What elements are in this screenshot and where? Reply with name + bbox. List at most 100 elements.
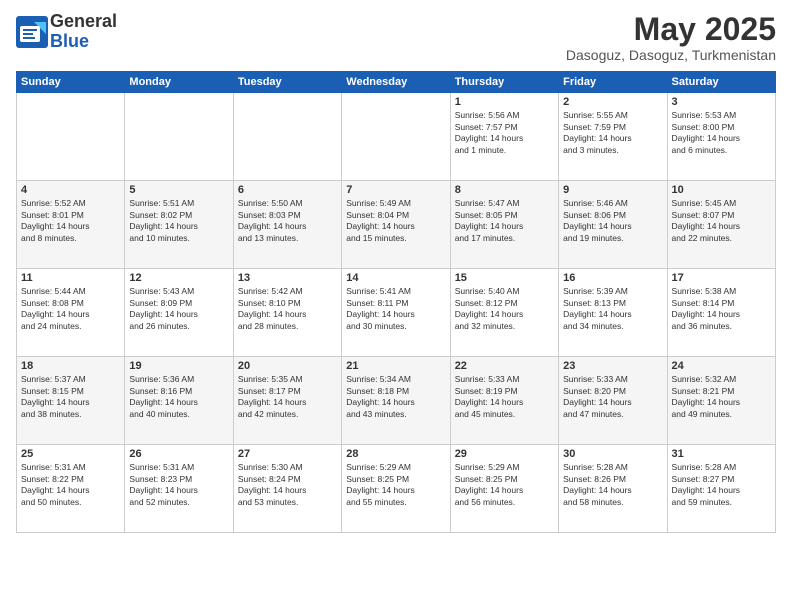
- day-cell: 31 Sunrise: 5:28 AM Sunset: 8:27 PM Dayli…: [667, 445, 775, 533]
- logo: General Blue: [16, 12, 117, 52]
- main-title: May 2025: [566, 12, 776, 47]
- day-number: 14: [346, 272, 445, 284]
- day-info: Sunrise: 5:35 AM Sunset: 8:17 PM Dayligh…: [238, 374, 337, 420]
- col-monday: Monday: [125, 72, 233, 93]
- day-info: Sunrise: 5:29 AM Sunset: 8:25 PM Dayligh…: [346, 462, 445, 508]
- day-cell: 16Sunrise: 5:39 AM Sunset: 8:13 PM Dayli…: [559, 269, 667, 357]
- day-info: Sunrise: 5:28 AM Sunset: 8:27 PM Dayligh…: [672, 462, 771, 508]
- day-cell: 27 Sunrise: 5:30 AM Sunset: 8:24 PM Dayli…: [233, 445, 341, 533]
- col-saturday: Saturday: [667, 72, 775, 93]
- day-cell: 24 Sunrise: 5:32 AM Sunset: 8:21 PM Dayli…: [667, 357, 775, 445]
- calendar: Sunday Monday Tuesday Wednesday Thursday…: [16, 71, 776, 533]
- day-cell: 7 Sunrise: 5:49 AM Sunset: 8:04 PM Daylig…: [342, 181, 450, 269]
- day-info: Sunrise: 5:51 AM Sunset: 8:02 PM Dayligh…: [129, 198, 228, 244]
- day-number: 5: [129, 184, 228, 196]
- day-cell: [342, 93, 450, 181]
- logo-blue-text: Blue: [50, 32, 117, 52]
- day-number: 24: [672, 360, 771, 372]
- day-cell: 3 Sunrise: 5:53 AM Sunset: 8:00 PM Daylig…: [667, 93, 775, 181]
- day-number: 16: [563, 272, 662, 284]
- day-cell: 25 Sunrise: 5:31 AM Sunset: 8:22 PM Dayli…: [17, 445, 125, 533]
- day-number: 28: [346, 448, 445, 460]
- logo-text: General Blue: [50, 12, 117, 52]
- week-row-3: 18 Sunrise: 5:37 AM Sunset: 8:15 PM Dayli…: [17, 357, 776, 445]
- day-number: 9: [563, 184, 662, 196]
- day-cell: 15 Sunrise: 5:40 AM Sunset: 8:12 PM Dayli…: [450, 269, 558, 357]
- day-number: 23: [563, 360, 662, 372]
- col-wednesday: Wednesday: [342, 72, 450, 93]
- day-info: Sunrise: 5:45 AM Sunset: 8:07 PM Dayligh…: [672, 198, 771, 244]
- day-number: 20: [238, 360, 337, 372]
- day-info: Sunrise: 5:30 AM Sunset: 8:24 PM Dayligh…: [238, 462, 337, 508]
- day-info: Sunrise: 5:34 AM Sunset: 8:18 PM Dayligh…: [346, 374, 445, 420]
- day-info: Sunrise: 5:36 AM Sunset: 8:16 PM Dayligh…: [129, 374, 228, 420]
- day-number: 13: [238, 272, 337, 284]
- page: General Blue May 2025 Dasoguz, Dasoguz, …: [0, 0, 792, 612]
- week-row-1: 4Sunrise: 5:52 AM Sunset: 8:01 PM Daylig…: [17, 181, 776, 269]
- day-number: 11: [21, 272, 120, 284]
- col-sunday: Sunday: [17, 72, 125, 93]
- day-info: Sunrise: 5:40 AM Sunset: 8:12 PM Dayligh…: [455, 286, 554, 332]
- weekday-row: Sunday Monday Tuesday Wednesday Thursday…: [17, 72, 776, 93]
- title-area: May 2025 Dasoguz, Dasoguz, Turkmenistan: [566, 12, 776, 63]
- day-info: Sunrise: 5:41 AM Sunset: 8:11 PM Dayligh…: [346, 286, 445, 332]
- day-cell: 28 Sunrise: 5:29 AM Sunset: 8:25 PM Dayli…: [342, 445, 450, 533]
- week-row-2: 11Sunrise: 5:44 AM Sunset: 8:08 PM Dayli…: [17, 269, 776, 357]
- day-cell: 18 Sunrise: 5:37 AM Sunset: 8:15 PM Dayli…: [17, 357, 125, 445]
- day-number: 7: [346, 184, 445, 196]
- day-info: Sunrise: 5:50 AM Sunset: 8:03 PM Dayligh…: [238, 198, 337, 244]
- day-info: Sunrise: 5:37 AM Sunset: 8:15 PM Dayligh…: [21, 374, 120, 420]
- day-number: 31: [672, 448, 771, 460]
- header: General Blue May 2025 Dasoguz, Dasoguz, …: [16, 12, 776, 63]
- day-cell: 1Sunrise: 5:56 AM Sunset: 7:57 PM Daylig…: [450, 93, 558, 181]
- logo-general-text: General: [50, 12, 117, 32]
- day-info: Sunrise: 5:32 AM Sunset: 8:21 PM Dayligh…: [672, 374, 771, 420]
- day-cell: [233, 93, 341, 181]
- day-cell: 30Sunrise: 5:28 AM Sunset: 8:26 PM Dayli…: [559, 445, 667, 533]
- day-info: Sunrise: 5:53 AM Sunset: 8:00 PM Dayligh…: [672, 110, 771, 156]
- day-number: 29: [455, 448, 554, 460]
- day-info: Sunrise: 5:43 AM Sunset: 8:09 PM Dayligh…: [129, 286, 228, 332]
- day-cell: 2Sunrise: 5:55 AM Sunset: 7:59 PM Daylig…: [559, 93, 667, 181]
- day-number: 17: [672, 272, 771, 284]
- day-number: 6: [238, 184, 337, 196]
- subtitle: Dasoguz, Dasoguz, Turkmenistan: [566, 47, 776, 63]
- week-row-4: 25 Sunrise: 5:31 AM Sunset: 8:22 PM Dayli…: [17, 445, 776, 533]
- day-number: 25: [21, 448, 120, 460]
- day-cell: 8Sunrise: 5:47 AM Sunset: 8:05 PM Daylig…: [450, 181, 558, 269]
- day-cell: 21Sunrise: 5:34 AM Sunset: 8:18 PM Dayli…: [342, 357, 450, 445]
- calendar-header: Sunday Monday Tuesday Wednesday Thursday…: [17, 72, 776, 93]
- col-friday: Friday: [559, 72, 667, 93]
- day-number: 15: [455, 272, 554, 284]
- day-number: 12: [129, 272, 228, 284]
- day-info: Sunrise: 5:42 AM Sunset: 8:10 PM Dayligh…: [238, 286, 337, 332]
- day-info: Sunrise: 5:55 AM Sunset: 7:59 PM Dayligh…: [563, 110, 662, 156]
- day-info: Sunrise: 5:28 AM Sunset: 8:26 PM Dayligh…: [563, 462, 662, 508]
- col-thursday: Thursday: [450, 72, 558, 93]
- day-cell: 10 Sunrise: 5:45 AM Sunset: 8:07 PM Dayli…: [667, 181, 775, 269]
- day-cell: [125, 93, 233, 181]
- calendar-body: 1Sunrise: 5:56 AM Sunset: 7:57 PM Daylig…: [17, 93, 776, 533]
- day-cell: 6 Sunrise: 5:50 AM Sunset: 8:03 PM Daylig…: [233, 181, 341, 269]
- day-cell: 4Sunrise: 5:52 AM Sunset: 8:01 PM Daylig…: [17, 181, 125, 269]
- day-info: Sunrise: 5:56 AM Sunset: 7:57 PM Dayligh…: [455, 110, 554, 156]
- logo-icon: [16, 16, 48, 48]
- day-number: 27: [238, 448, 337, 460]
- day-cell: 17Sunrise: 5:38 AM Sunset: 8:14 PM Dayli…: [667, 269, 775, 357]
- day-number: 18: [21, 360, 120, 372]
- day-cell: 19Sunrise: 5:36 AM Sunset: 8:16 PM Dayli…: [125, 357, 233, 445]
- day-number: 10: [672, 184, 771, 196]
- day-info: Sunrise: 5:31 AM Sunset: 8:23 PM Dayligh…: [129, 462, 228, 508]
- day-cell: 12 Sunrise: 5:43 AM Sunset: 8:09 PM Dayli…: [125, 269, 233, 357]
- day-cell: 22Sunrise: 5:33 AM Sunset: 8:19 PM Dayli…: [450, 357, 558, 445]
- day-info: Sunrise: 5:49 AM Sunset: 8:04 PM Dayligh…: [346, 198, 445, 244]
- day-info: Sunrise: 5:29 AM Sunset: 8:25 PM Dayligh…: [455, 462, 554, 508]
- day-cell: 20 Sunrise: 5:35 AM Sunset: 8:17 PM Dayli…: [233, 357, 341, 445]
- day-number: 3: [672, 96, 771, 108]
- day-number: 22: [455, 360, 554, 372]
- day-info: Sunrise: 5:33 AM Sunset: 8:20 PM Dayligh…: [563, 374, 662, 420]
- day-info: Sunrise: 5:31 AM Sunset: 8:22 PM Dayligh…: [21, 462, 120, 508]
- day-number: 8: [455, 184, 554, 196]
- day-cell: 13 Sunrise: 5:42 AM Sunset: 8:10 PM Dayli…: [233, 269, 341, 357]
- day-cell: 23 Sunrise: 5:33 AM Sunset: 8:20 PM Dayli…: [559, 357, 667, 445]
